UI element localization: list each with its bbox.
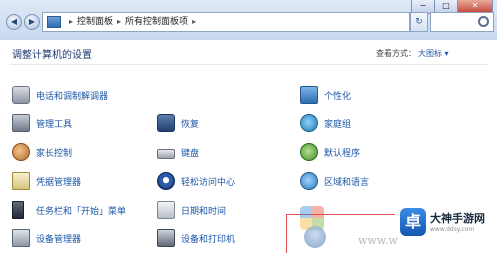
phone-icon xyxy=(12,86,30,104)
search-icon xyxy=(478,16,489,27)
item-label: 键盘 xyxy=(181,148,200,159)
item-label: 家庭组 xyxy=(324,119,352,130)
refresh-button[interactable]: ↻ xyxy=(410,12,428,32)
ease-of-access-icon xyxy=(157,172,175,190)
item-recovery[interactable]: 恢复 xyxy=(157,114,199,132)
item-credential-manager[interactable]: 凭据管理器 xyxy=(12,172,81,190)
clock-icon xyxy=(157,201,175,219)
item-devices-printers[interactable]: 设备和打印机 xyxy=(157,229,235,247)
nav-buttons: ◀ ▶ xyxy=(6,14,40,30)
forward-button[interactable]: ▶ xyxy=(24,14,40,30)
item-label: 设备和打印机 xyxy=(181,234,236,245)
family-icon xyxy=(12,143,30,161)
item-label: 个性化 xyxy=(324,91,352,102)
view-by-dropdown[interactable]: 大图标 ▾ xyxy=(418,48,449,59)
item-label: 家长控制 xyxy=(36,148,73,159)
item-phone-modem[interactable]: 电话和调制解调器 xyxy=(12,86,108,104)
item-taskbar-start[interactable]: 任务栏和「开始」菜单 xyxy=(12,201,126,219)
item-personalization[interactable]: 个性化 xyxy=(300,86,351,104)
tools-icon xyxy=(12,114,30,132)
item-label: 管理工具 xyxy=(36,119,73,130)
brand-logo-icon: 卓 xyxy=(400,208,426,236)
keyboard-icon xyxy=(157,149,175,159)
homegroup-icon xyxy=(300,114,318,132)
item-admin-tools[interactable]: 管理工具 xyxy=(12,114,72,132)
item-label: 凭据管理器 xyxy=(36,177,82,188)
item-label: 轻松访问中心 xyxy=(181,177,236,188)
watermark-badge: 卓 大神手游网 www.ddsy.com xyxy=(398,204,497,253)
personalization-icon xyxy=(300,86,318,104)
brand-name: 大神手游网 xyxy=(430,212,485,225)
item-homegroup[interactable]: 家庭组 xyxy=(300,114,351,132)
item-label: 默认程序 xyxy=(324,148,361,159)
item-region-language[interactable]: 区域和语言 xyxy=(300,172,369,190)
item-default-programs[interactable]: 默认程序 xyxy=(300,143,360,161)
item-label: 电话和调制解调器 xyxy=(36,91,109,102)
item-label: 区域和语言 xyxy=(324,177,370,188)
control-panel-window: − □ ✕ ◀ ▶ ▸ 控制面板 ▸ 所有控制面板项 ▸ ↻ 调整计算机的设置 … xyxy=(0,0,497,253)
view-by-label: 查看方式： xyxy=(376,49,416,58)
recovery-icon xyxy=(157,114,175,132)
breadcrumb-all-items[interactable]: 所有控制面板项 xyxy=(125,13,188,31)
taskbar-icon xyxy=(12,201,24,219)
item-label: 任务栏和「开始」菜单 xyxy=(36,206,127,217)
certificate-icon xyxy=(12,172,30,190)
page-title: 调整计算机的设置 xyxy=(12,50,92,61)
item-device-manager[interactable]: 设备管理器 xyxy=(12,229,81,247)
breadcrumb-control-panel[interactable]: 控制面板 xyxy=(77,13,113,31)
device-manager-icon xyxy=(12,229,30,247)
divider xyxy=(10,64,488,65)
item-parental-controls[interactable]: 家长控制 xyxy=(12,143,72,161)
brand-url: www.ddsy.com xyxy=(430,226,475,233)
chevron-right-icon: ▸ xyxy=(117,17,122,26)
title-address-bar: − □ ✕ ◀ ▶ ▸ 控制面板 ▸ 所有控制面板项 ▸ ↻ xyxy=(0,0,497,40)
item-label: 日期和时间 xyxy=(181,206,227,217)
control-panel-icon xyxy=(47,16,61,28)
chevron-right-icon: ▸ xyxy=(192,17,197,26)
item-ease-of-access[interactable]: 轻松访问中心 xyxy=(157,172,235,190)
address-bar[interactable]: ▸ 控制面板 ▸ 所有控制面板项 ▸ xyxy=(42,12,410,32)
back-button[interactable]: ◀ xyxy=(6,14,22,30)
default-programs-icon xyxy=(300,143,318,161)
globe-icon xyxy=(300,172,318,190)
item-label: 恢复 xyxy=(181,119,200,130)
printer-icon xyxy=(157,229,175,247)
item-keyboard[interactable]: 键盘 xyxy=(157,143,199,161)
chevron-right-icon: ▸ xyxy=(69,17,74,26)
search-input[interactable] xyxy=(430,12,494,32)
user-icon xyxy=(304,226,326,248)
item-date-time[interactable]: 日期和时间 xyxy=(157,201,226,219)
watermark-text: www.w xyxy=(358,234,398,247)
item-label: 设备管理器 xyxy=(36,234,82,245)
